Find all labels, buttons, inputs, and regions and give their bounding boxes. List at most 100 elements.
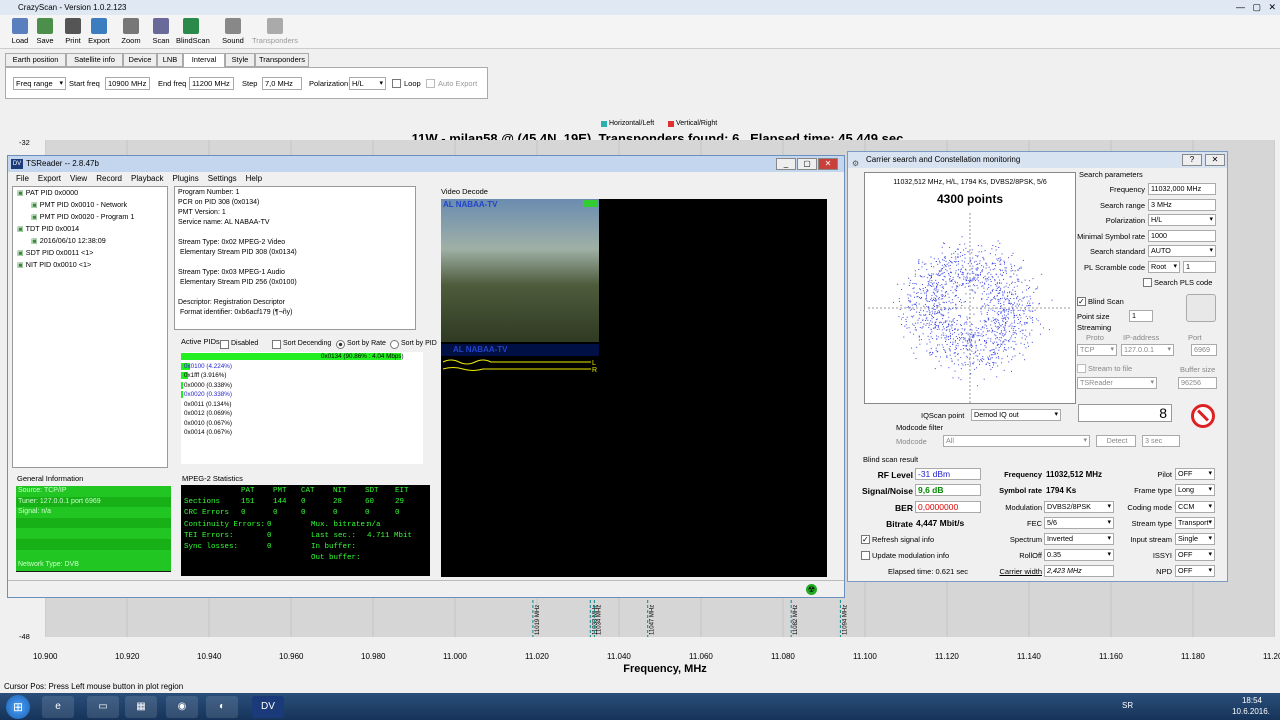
tab-satellite-info[interactable]: Satellite info	[66, 53, 123, 67]
modcode-select[interactable]: All	[943, 435, 1090, 447]
buffer-size-input[interactable]: 96256	[1178, 377, 1217, 389]
ip-select[interactable]: 127.0.0.1	[1121, 344, 1174, 356]
proto-select[interactable]: TCP	[1077, 344, 1117, 356]
clock-time[interactable]: 18:54	[1232, 696, 1272, 705]
tab-earth-position[interactable]: Earth position	[5, 53, 66, 67]
satellite-dish-icon[interactable]	[1186, 294, 1216, 322]
toolbar-blindscan-button[interactable]: BlindScan	[176, 17, 210, 47]
ts-maximize-button[interactable]: ▢	[797, 158, 817, 170]
npd-select[interactable]: OFF	[1175, 565, 1215, 577]
end-freq-input[interactable]: 11200 MHz	[189, 77, 234, 90]
toolbar-scan-button[interactable]: Scan	[146, 17, 176, 47]
pid-row[interactable]: 0x0012 (0.069%)	[181, 409, 423, 419]
tab-transponders[interactable]: Transponders	[255, 53, 309, 67]
loop-checkbox[interactable]	[392, 79, 401, 88]
pid-row[interactable]: 0x0134 (90.86% : 4.04 Mbps)	[181, 352, 423, 362]
pid-row[interactable]: 0x0011 (0.134%)	[181, 400, 423, 410]
ts-close-button[interactable]: ✕	[818, 158, 838, 170]
crazyscan-icon[interactable]: ◐	[206, 696, 238, 718]
folder-icon[interactable]: ▭	[87, 696, 119, 718]
toolbar-export-button[interactable]: Export	[84, 17, 114, 47]
tree-node[interactable]: ▣ PAT PID 0x0000	[13, 187, 167, 199]
pl-scramble-select[interactable]: Root	[1148, 261, 1180, 273]
iq-point-select[interactable]: Demod IQ out	[971, 409, 1061, 421]
detect-button[interactable]: Detect	[1096, 435, 1136, 447]
min-symbol-rate-input[interactable]: 1000	[1148, 230, 1216, 242]
pl-scramble-input[interactable]: 1	[1183, 261, 1216, 273]
ts-menu-help[interactable]: Help	[246, 174, 262, 183]
pid-row[interactable]: 0x0020 (0.338%)	[181, 390, 423, 400]
coding-mode-select[interactable]: CCM	[1175, 501, 1215, 513]
search-range-input[interactable]: 3 MHz	[1148, 199, 1216, 211]
stop-icon[interactable]	[1191, 404, 1215, 428]
blind-scan-checkbox[interactable]: ✓	[1077, 297, 1086, 306]
tree-node[interactable]: ▣ NIT PID 0x0010 <1>	[13, 259, 167, 271]
polarization-select[interactable]: H/L	[349, 77, 386, 90]
spectrum-select[interactable]: Inverted	[1044, 533, 1114, 545]
pid-option-control[interactable]	[336, 340, 345, 349]
range-mode-select[interactable]: Freq range	[13, 77, 66, 90]
detect-seconds-input[interactable]: 3 sec	[1142, 435, 1180, 447]
tab-interval[interactable]: Interval	[183, 53, 225, 68]
tab-device[interactable]: Device	[123, 53, 157, 67]
search-pls-checkbox[interactable]	[1143, 278, 1152, 287]
step-input[interactable]: 7,0 MHz	[262, 77, 302, 90]
pid-row[interactable]: 0x0000 (0.338%)	[181, 381, 423, 391]
point-size-input[interactable]: 1	[1129, 310, 1153, 322]
pid-option-control[interactable]	[220, 340, 229, 349]
ts-menu-record[interactable]: Record	[96, 174, 122, 183]
toolbar-save-button[interactable]: Save	[30, 17, 60, 47]
auto-export-checkbox[interactable]	[426, 79, 435, 88]
ts-menu-view[interactable]: View	[70, 174, 87, 183]
tab-lnb[interactable]: LNB	[157, 53, 183, 67]
start-freq-input[interactable]: 10900 MHz	[105, 77, 150, 90]
port-input[interactable]: 6969	[1191, 344, 1217, 356]
toolbar-sound-button[interactable]: Sound	[218, 17, 248, 47]
tab-style[interactable]: Style	[225, 53, 255, 67]
stream-type-select[interactable]: Transport	[1175, 517, 1215, 529]
window-controls[interactable]: — ▢ ✕	[1236, 0, 1276, 15]
rolloff-select[interactable]: 0.35	[1044, 549, 1114, 561]
toolbar-zoom-button[interactable]: Zoom	[116, 17, 146, 47]
app-select[interactable]: TSReader	[1077, 377, 1157, 389]
browser-ie-icon[interactable]: e	[42, 696, 74, 718]
pid-list[interactable]: 0x0134 (90.86% : 4.04 Mbps) 0x0100 (4.224…	[181, 352, 423, 464]
cs-frequency-input[interactable]: 11032,000 MHz	[1148, 183, 1216, 195]
ts-menu-playback[interactable]: Playback	[131, 174, 163, 183]
cs-close-button[interactable]: ✕	[1205, 154, 1225, 166]
tree-node[interactable]: ▣ PMT PID 0x0020 - Program 1	[13, 211, 167, 223]
tree-node[interactable]: ▣ 2016/06/10 12:38:09	[13, 235, 167, 247]
ts-minimize-button[interactable]: _	[776, 158, 796, 170]
pilot-select[interactable]: OFF	[1175, 468, 1215, 480]
toolbar-transponders-button[interactable]: Transponders	[252, 17, 298, 47]
app-icon[interactable]: ▦	[125, 696, 157, 718]
carrier-width-label[interactable]: Carrier width	[988, 567, 1042, 576]
tsreader-task-icon[interactable]: DV	[252, 696, 284, 718]
pid-row[interactable]: 0x0100 (4.224%)	[181, 362, 423, 372]
ts-menu-file[interactable]: File	[16, 174, 29, 183]
issyi-select[interactable]: OFF	[1175, 549, 1215, 561]
modulation-select[interactable]: DVBS2/8PSK	[1044, 501, 1114, 513]
language-indicator[interactable]: SR	[1122, 701, 1133, 710]
tree-node[interactable]: ▣ TDT PID 0x0014	[13, 223, 167, 235]
ts-menu-settings[interactable]: Settings	[208, 174, 237, 183]
update-modulation-checkbox[interactable]	[861, 551, 870, 560]
pid-row[interactable]: 0x1fff (3.916%)	[181, 371, 423, 381]
pid-option-control[interactable]	[390, 340, 399, 349]
stream-to-file-checkbox[interactable]	[1077, 364, 1086, 373]
fec-select[interactable]: 5/6	[1044, 517, 1114, 529]
pid-tree[interactable]: ▣ PAT PID 0x0000 ▣ PMT PID 0x0010 - Netwo…	[12, 186, 168, 468]
pid-row[interactable]: 0x0010 (0.067%)	[181, 419, 423, 429]
search-standard-select[interactable]: AUTO	[1148, 245, 1216, 257]
frame-type-select[interactable]: Long	[1175, 484, 1215, 496]
cs-polarization-select[interactable]: H/L	[1148, 214, 1216, 226]
ts-menu-plugins[interactable]: Plugins	[172, 174, 198, 183]
start-button[interactable]: ⊞	[6, 695, 30, 719]
pid-option-control[interactable]	[272, 340, 281, 349]
clock-date[interactable]: 10.6.2016.	[1226, 707, 1276, 716]
ts-menu-export[interactable]: Export	[38, 174, 61, 183]
refresh-signal-checkbox[interactable]: ✓	[861, 535, 870, 544]
chrome-icon[interactable]: ◉	[166, 696, 198, 718]
tree-node[interactable]: ▣ PMT PID 0x0010 - Network	[13, 199, 167, 211]
input-stream-select[interactable]: Single	[1175, 533, 1215, 545]
